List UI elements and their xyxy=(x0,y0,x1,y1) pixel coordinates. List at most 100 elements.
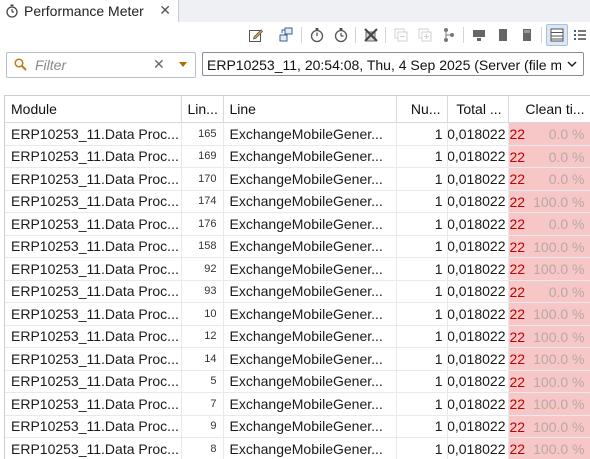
cell-module: ERP10253_11.Data Proc... xyxy=(5,370,181,393)
stopwatch-clock-icon[interactable] xyxy=(331,25,351,45)
clean-time-value: 22 xyxy=(510,374,526,390)
table-row[interactable]: ERP10253_11.Data Proc...5ExchangeMobileG… xyxy=(5,370,590,393)
cell-line: ExchangeMobileGener... xyxy=(223,370,396,393)
results-table: Module Lin... Line Nu... Total ... Clean… xyxy=(4,95,590,459)
table-row[interactable]: ERP10253_11.Data Proc...8ExchangeMobileG… xyxy=(5,438,590,459)
cell-line-number: 14 xyxy=(181,348,223,371)
cell-count: 1 xyxy=(396,280,447,303)
list-view-icon[interactable] xyxy=(570,25,590,45)
cell-clean-time: 220.0 % xyxy=(508,123,590,146)
cell-module: ERP10253_11.Data Proc... xyxy=(5,393,181,416)
chevron-down-icon[interactable] xyxy=(566,57,578,76)
clean-time-value: 22 xyxy=(510,441,526,457)
table-row[interactable]: ERP10253_11.Data Proc...176ExchangeMobil… xyxy=(5,213,590,236)
copy-settings-icon[interactable] xyxy=(276,25,296,45)
cell-count: 1 xyxy=(396,325,447,348)
cell-clean-time: 22100.0 % xyxy=(508,415,590,438)
cell-clean-time: 22 100.0 % xyxy=(508,303,590,326)
table-row[interactable]: ERP10253_11.Data Proc...169ExchangeMobil… xyxy=(5,145,590,168)
filter-dropdown-icon[interactable] xyxy=(179,62,187,67)
table-row[interactable]: ERP10253_11.Data Proc...170ExchangeMobil… xyxy=(5,168,590,191)
table-header: Module Lin... Line Nu... Total ... Clean… xyxy=(5,96,590,123)
clean-time-percent: 100.0 % xyxy=(533,396,584,412)
clean-time-value: 22 xyxy=(510,306,526,322)
cell-clean-time: 22100.0 % xyxy=(508,393,590,416)
table-row[interactable]: ERP10253_11.Data Proc...165ExchangeMobil… xyxy=(5,123,590,146)
toolbar xyxy=(0,22,590,48)
column-header-module[interactable]: Module xyxy=(5,96,181,123)
expand-icon[interactable] xyxy=(415,25,435,45)
table-row[interactable]: ERP10253_11.Data Proc...12ExchangeMobile… xyxy=(5,325,590,348)
cell-line-number: 9 xyxy=(181,415,223,438)
cell-count: 1 xyxy=(396,348,447,371)
cell-line-number: 5 xyxy=(181,370,223,393)
table-row[interactable]: ERP10253_11.Data Proc...158ExchangeMobil… xyxy=(5,235,590,258)
cell-line-number: 165 xyxy=(181,123,223,146)
cell-clean-time: 220.0 % xyxy=(508,168,590,191)
cell-total: 0,018022 xyxy=(447,258,508,281)
clear-icon[interactable] xyxy=(361,25,381,45)
cell-line-number: 176 xyxy=(181,213,223,236)
stopwatch-start-icon[interactable] xyxy=(307,25,327,45)
table-row[interactable]: ERP10253_11.Data Proc...93ExchangeMobile… xyxy=(5,280,590,303)
cell-line: ExchangeMobileGener... xyxy=(223,415,396,438)
table-row[interactable]: ERP10253_11.Data Proc...9ExchangeMobileG… xyxy=(5,415,590,438)
cell-clean-time: 220.0 % xyxy=(508,280,590,303)
column-header-line-number[interactable]: Lin... xyxy=(181,96,223,123)
session-select[interactable]: ERP10253_11, 20:54:08, Thu, 4 Sep 2025 (… xyxy=(202,52,584,76)
column-header-total[interactable]: Total ... xyxy=(447,96,508,123)
clean-time-value: 22 xyxy=(510,329,526,345)
clean-time-percent: 0.0 % xyxy=(549,126,585,142)
cell-count: 1 xyxy=(396,235,447,258)
cell-module: ERP10253_11.Data Proc... xyxy=(5,280,181,303)
cell-module: ERP10253_11.Data Proc... xyxy=(5,235,181,258)
clear-filter-icon[interactable]: ✕ xyxy=(153,56,165,73)
toolbar-separator xyxy=(355,27,356,43)
tab-performance-meter[interactable]: Performance Meter ✕ xyxy=(0,0,179,22)
table-row[interactable]: ERP10253_11.Data Proc...7ExchangeMobileG… xyxy=(5,393,590,416)
column-header-clean-time[interactable]: Clean ti... xyxy=(508,96,590,123)
cell-count: 1 xyxy=(396,213,447,236)
cell-line: ExchangeMobileGener... xyxy=(223,438,396,459)
cell-count: 1 xyxy=(396,168,447,191)
cell-count: 1 xyxy=(396,190,447,213)
table-view-icon[interactable] xyxy=(546,24,568,46)
clean-time-value: 22 xyxy=(510,239,526,255)
cell-total: 0,018022 xyxy=(447,438,508,459)
column-icon[interactable] xyxy=(493,25,513,45)
table-row[interactable]: ERP10253_11.Data Proc...10ExchangeMobile… xyxy=(5,303,590,326)
clean-time-percent: 100.0 % xyxy=(533,329,584,345)
cell-line-number: 12 xyxy=(181,325,223,348)
cell-count: 1 xyxy=(396,370,447,393)
toolbar-separator xyxy=(385,27,386,43)
clean-time-percent: 100.0 % xyxy=(533,374,584,390)
tab-title: Performance Meter xyxy=(24,3,144,19)
table-row[interactable]: ERP10253_11.Data Proc...92ExchangeMobile… xyxy=(5,258,590,281)
server-icon[interactable] xyxy=(469,25,489,45)
cell-line-number: 174 xyxy=(181,190,223,213)
tree-icon[interactable] xyxy=(439,25,459,45)
clean-time-percent: 100.0 % xyxy=(533,261,584,277)
column-header-count[interactable]: Nu... xyxy=(396,96,447,123)
table-row[interactable]: ERP10253_11.Data Proc...174ExchangeMobil… xyxy=(5,190,590,213)
clean-time-percent: 100.0 % xyxy=(533,306,584,322)
collapse-icon[interactable] xyxy=(391,25,411,45)
search-icon xyxy=(14,58,27,76)
column-header-line[interactable]: Line xyxy=(223,96,396,123)
clean-time-percent: 100.0 % xyxy=(533,351,584,367)
cell-count: 1 xyxy=(396,145,447,168)
close-icon[interactable]: ✕ xyxy=(159,2,171,19)
table-row[interactable]: ERP10253_11.Data Proc...14ExchangeMobile… xyxy=(5,348,590,371)
filter-input[interactable] xyxy=(33,55,149,75)
toolbar-separator xyxy=(301,27,302,43)
cell-total: 0,018022 xyxy=(447,370,508,393)
clean-time-percent: 0.0 % xyxy=(549,171,585,187)
cell-clean-time: 22100.0 % xyxy=(508,190,590,213)
cell-line-number: 10 xyxy=(181,303,223,326)
session-select-value: ERP10253_11, 20:54:08, Thu, 4 Sep 2025 (… xyxy=(207,57,561,73)
edit-icon[interactable] xyxy=(246,25,266,45)
cell-clean-time: 220.0 % xyxy=(508,145,590,168)
column-alt-icon[interactable] xyxy=(517,25,537,45)
clean-time-percent: 100.0 % xyxy=(533,194,584,210)
cell-module: ERP10253_11.Data Proc... xyxy=(5,145,181,168)
